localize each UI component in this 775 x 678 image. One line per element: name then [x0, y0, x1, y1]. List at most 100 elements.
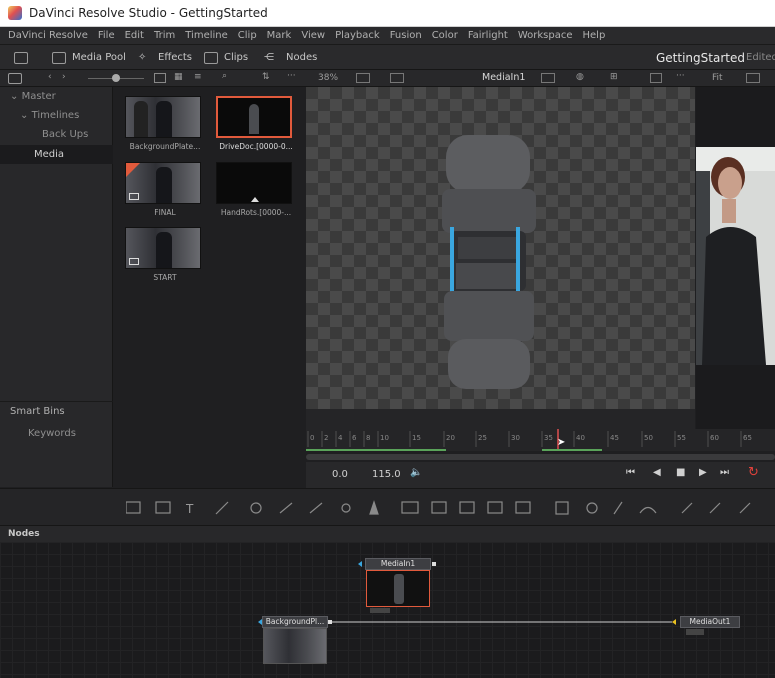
- grid-view-icon[interactable]: ▦: [174, 72, 183, 82]
- loop-icon[interactable]: ↻: [748, 465, 759, 480]
- node-output-port[interactable]: [328, 620, 332, 624]
- menu-timeline[interactable]: Timeline: [185, 30, 228, 41]
- ruler-tick-label: 8: [366, 434, 370, 442]
- viewer-left[interactable]: [306, 87, 695, 409]
- back-icon[interactable]: ‹: [48, 72, 52, 82]
- paint-tool-icon[interactable]: [215, 501, 229, 515]
- ruler-tick-label: 30: [511, 434, 520, 442]
- bin-timelines[interactable]: ⌄ Timelines: [0, 106, 113, 125]
- menu-davinci[interactable]: DaVinci Resolve: [8, 30, 88, 41]
- clip-label: DriveDoc.[0000-0...: [219, 142, 293, 151]
- more-options-icon[interactable]: ···: [287, 71, 296, 81]
- node-mediain1[interactable]: MediaIn1: [365, 558, 431, 570]
- audio-icon[interactable]: 🔈: [410, 467, 422, 478]
- menu-workspace[interactable]: Workspace: [518, 30, 573, 41]
- menu-file[interactable]: File: [98, 30, 115, 41]
- frame-icon[interactable]: [541, 73, 555, 83]
- play-reverse-icon[interactable]: ◀: [653, 467, 661, 478]
- node-backgroundplate-thumbnail[interactable]: [263, 628, 327, 664]
- sort-icon[interactable]: ⇅: [262, 72, 270, 82]
- smart-bins-header: Smart Bins: [0, 401, 113, 420]
- viewer-right[interactable]: [696, 87, 775, 429]
- slider-handle-icon[interactable]: [112, 74, 120, 82]
- project-name: GettingStarted: [656, 50, 745, 65]
- viewer-more-icon[interactable]: ···: [676, 71, 685, 81]
- nodes-label: Nodes: [286, 52, 318, 63]
- grid-overlay-icon[interactable]: ⊞: [610, 72, 618, 82]
- mouse-cursor-icon: ➤: [557, 437, 566, 448]
- clip-thumbnail: [125, 227, 201, 269]
- viewer-options-icon[interactable]: [356, 73, 370, 83]
- menu-fairlight[interactable]: Fairlight: [468, 30, 508, 41]
- menu-trim[interactable]: Trim: [154, 30, 175, 41]
- flag-icon: [126, 163, 140, 177]
- fastnoise-tool-icon[interactable]: [155, 501, 171, 514]
- nodes-icon: ⋲: [264, 51, 274, 63]
- clips-button[interactable]: Clips: [204, 49, 248, 66]
- ruler-tick-label: 35: [544, 434, 553, 442]
- bin-master-label: Master: [21, 91, 56, 102]
- menu-mark[interactable]: Mark: [267, 30, 292, 41]
- search-icon[interactable]: ⌕: [222, 71, 227, 81]
- ruler-tick-label: 50: [644, 434, 653, 442]
- media-pool-icon: [52, 51, 66, 64]
- node-status-icon: [370, 608, 390, 613]
- bin-media[interactable]: Media: [0, 145, 113, 164]
- viewer-clip-name: MediaIn1: [482, 72, 526, 83]
- menu-edit[interactable]: Edit: [125, 30, 144, 41]
- end-time[interactable]: 115.0: [372, 469, 401, 480]
- clip-label: FINAL: [154, 208, 176, 217]
- zoom-level[interactable]: 38%: [318, 73, 338, 83]
- menu-view[interactable]: View: [301, 30, 325, 41]
- main-toolbar: Media Pool ✧ Effects Clips ⋲ Nodes Getting…: [0, 44, 775, 69]
- forward-icon[interactable]: ›: [62, 72, 66, 82]
- layout-icon[interactable]: [8, 73, 22, 84]
- bin-list-panel: ⌄ Master ⌄ Timelines Back Ups Media Smar…: [0, 87, 113, 487]
- fit-dropdown[interactable]: Fit: [712, 73, 723, 83]
- media-pool-grid: BackgroundPlate... DriveDoc.[0000-0... F…: [114, 87, 305, 487]
- ruler-tick-label: 40: [576, 434, 585, 442]
- effects-button[interactable]: ✧ Effects: [138, 49, 192, 66]
- metadata-view-icon[interactable]: [154, 73, 166, 83]
- chevron-down-icon: ⌄: [20, 110, 32, 121]
- bin-backups[interactable]: Back Ups: [0, 125, 113, 144]
- roi-icon[interactable]: [650, 73, 662, 83]
- stop-icon[interactable]: ■: [676, 467, 685, 478]
- menu-fusion[interactable]: Fusion: [390, 30, 422, 41]
- window-title: DaVinci Resolve Studio - GettingStarted: [29, 6, 268, 20]
- node-output-port[interactable]: [432, 562, 436, 566]
- menu-color[interactable]: Color: [432, 30, 458, 41]
- ruler-tick-label: 20: [446, 434, 455, 442]
- last-frame-icon[interactable]: ⏭: [720, 467, 729, 478]
- display-options-icon[interactable]: [390, 73, 404, 83]
- node-editor[interactable]: MediaIn1 BackgroundPl... MediaOut1: [0, 542, 775, 678]
- time-ruler[interactable]: 0 2 4 6 8 10 15 20 25 30 35 40 45 50 55 60 65 ➤: [306, 429, 775, 451]
- menu-playback[interactable]: Playback: [335, 30, 380, 41]
- smart-bin-keywords[interactable]: Keywords: [0, 424, 113, 443]
- clip-thumbnail: [125, 162, 201, 204]
- node-mediaout1[interactable]: MediaOut1: [680, 616, 740, 628]
- menu-help[interactable]: Help: [583, 30, 606, 41]
- clip-thumbnail: [216, 162, 292, 204]
- list-view-icon[interactable]: ≡: [194, 72, 202, 82]
- polygon-tool-icon[interactable]: [250, 502, 262, 514]
- transport-bar: 0.0 115.0 🔈 ⏮ ◀ ■ ▶ ⏭ ↻: [306, 462, 775, 488]
- timeline-scrollbar[interactable]: [306, 454, 775, 460]
- first-frame-icon[interactable]: ⏮: [626, 467, 635, 478]
- clip-label: HandRots.[0000-...: [220, 208, 292, 217]
- background-tool-icon[interactable]: [126, 501, 141, 514]
- bin-timelines-label: Timelines: [31, 110, 80, 121]
- bin-master[interactable]: ⌄ Master: [0, 87, 113, 106]
- media-pool-button[interactable]: Media Pool: [52, 49, 126, 66]
- media-pool-label: Media Pool: [72, 52, 126, 63]
- color-icon[interactable]: ◍: [576, 72, 584, 82]
- menu-clip[interactable]: Clip: [238, 30, 257, 41]
- viewer2-options-icon[interactable]: [746, 73, 760, 83]
- node-backgroundplate[interactable]: BackgroundPl...: [262, 616, 328, 628]
- nodes-button[interactable]: ⋲ Nodes: [264, 49, 317, 66]
- chevron-down-icon: ⌄: [10, 91, 22, 102]
- panel-toggle-button[interactable]: [14, 49, 34, 66]
- play-icon[interactable]: ▶: [699, 467, 707, 478]
- node-mediain1-thumbnail[interactable]: [366, 570, 430, 607]
- start-time[interactable]: 0.0: [332, 469, 348, 480]
